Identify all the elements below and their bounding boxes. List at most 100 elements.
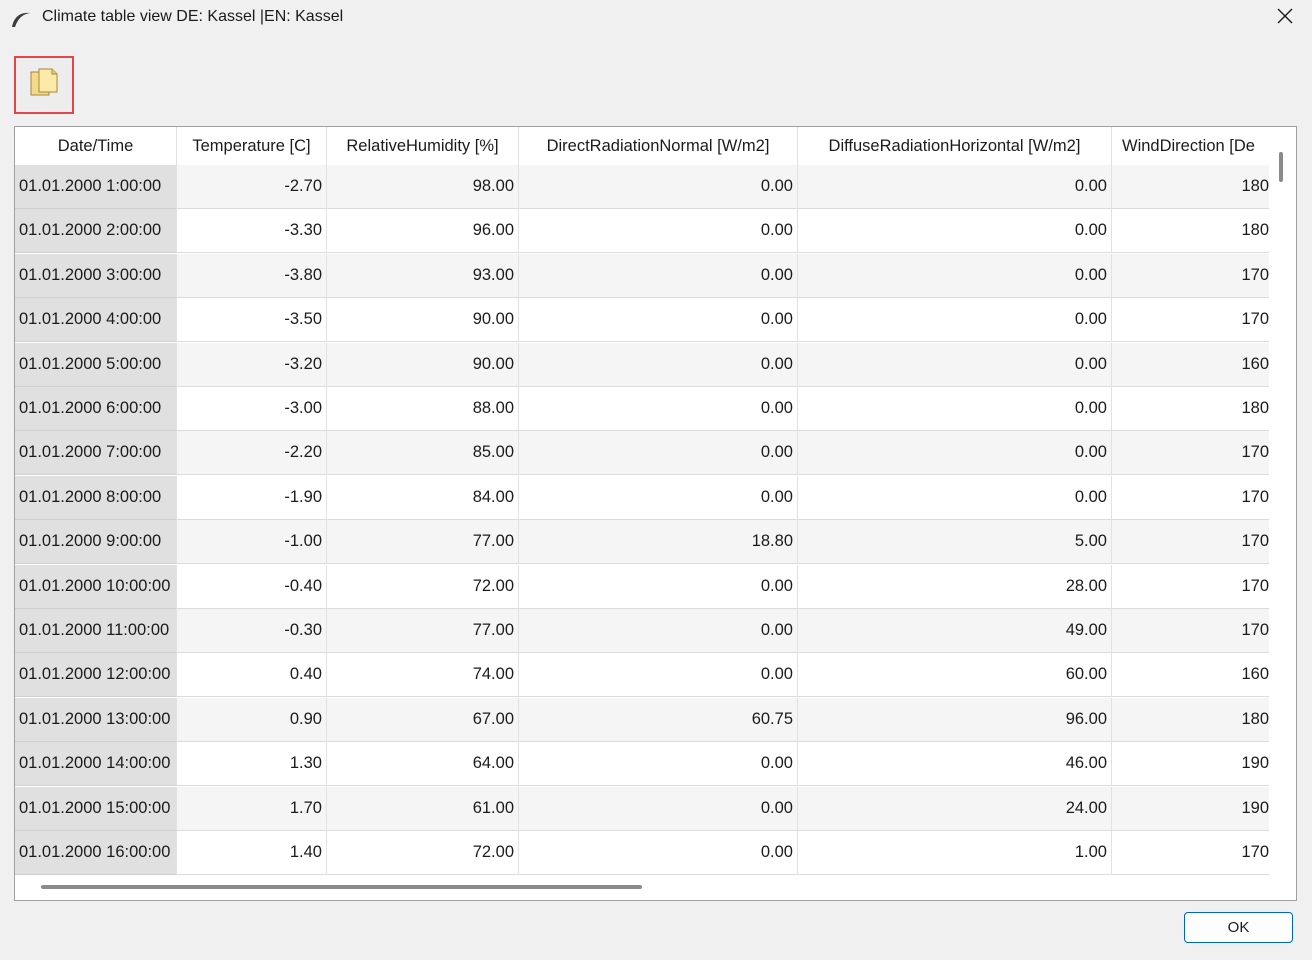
cell-direct-radiation[interactable]: 0.00 — [519, 475, 798, 520]
cell-wind-direction[interactable]: 170 — [1112, 476, 1269, 520]
cell-humidity[interactable]: 77.00 — [327, 609, 519, 653]
column-header-temperature[interactable]: Temperature [C] — [177, 127, 327, 165]
cell-temperature[interactable]: 1.30 — [177, 742, 327, 787]
cell-direct-radiation[interactable]: 0.00 — [519, 209, 798, 254]
cell-datetime[interactable]: 01.01.2000 16:00:00 — [15, 831, 177, 875]
cell-diffuse-radiation[interactable]: 0.00 — [798, 387, 1112, 431]
table-row[interactable]: 01.01.2000 13:00:00 0.90 67.00 60.75 96.00 18… — [15, 697, 1269, 742]
table-row[interactable]: 01.01.2000 12:00:00 0.40 74.00 0.00 60.00 160 — [15, 653, 1269, 698]
cell-temperature[interactable]: 0.90 — [177, 697, 327, 742]
table-row[interactable]: 01.01.2000 2:00:00 -3.30 96.00 0.00 0.00 180 — [15, 209, 1269, 254]
cell-direct-radiation[interactable]: 0.00 — [519, 831, 798, 875]
cell-datetime[interactable]: 01.01.2000 2:00:00 — [15, 209, 177, 254]
vertical-scrollbar[interactable] — [1269, 127, 1283, 877]
cell-diffuse-radiation[interactable]: 49.00 — [798, 609, 1112, 653]
cell-humidity[interactable]: 72.00 — [327, 831, 519, 875]
ok-button[interactable]: OK — [1184, 912, 1293, 943]
cell-diffuse-radiation[interactable]: 1.00 — [798, 831, 1112, 875]
cell-direct-radiation[interactable]: 0.00 — [519, 609, 798, 653]
cell-humidity[interactable]: 67.00 — [327, 697, 519, 742]
cell-direct-radiation[interactable]: 0.00 — [519, 298, 798, 343]
horizontal-scroll-thumb[interactable] — [41, 885, 642, 889]
cell-datetime[interactable]: 01.01.2000 9:00:00 — [15, 520, 177, 565]
cell-humidity[interactable]: 88.00 — [327, 387, 519, 431]
cell-humidity[interactable]: 98.00 — [327, 165, 519, 209]
cell-temperature[interactable]: -3.00 — [177, 387, 327, 431]
cell-diffuse-radiation[interactable]: 0.00 — [798, 165, 1112, 209]
cell-direct-radiation[interactable]: 0.00 — [519, 786, 798, 831]
cell-humidity[interactable]: 96.00 — [327, 209, 519, 254]
cell-humidity[interactable]: 85.00 — [327, 431, 519, 476]
cell-wind-direction[interactable]: 170 — [1112, 565, 1269, 609]
cell-datetime[interactable]: 01.01.2000 13:00:00 — [15, 697, 177, 742]
cell-humidity[interactable]: 72.00 — [327, 564, 519, 609]
cell-diffuse-radiation[interactable]: 0.00 — [798, 298, 1112, 343]
cell-direct-radiation[interactable]: 0.00 — [519, 253, 798, 298]
table-row[interactable]: 01.01.2000 9:00:00 -1.00 77.00 18.80 5.00 170 — [15, 520, 1269, 565]
cell-wind-direction[interactable]: 170 — [1112, 609, 1269, 653]
cell-wind-direction[interactable]: 190 — [1112, 787, 1269, 831]
table-row[interactable]: 01.01.2000 16:00:00 1.40 72.00 0.00 1.00 170 — [15, 831, 1269, 875]
cell-diffuse-radiation[interactable]: 60.00 — [798, 653, 1112, 698]
cell-humidity[interactable]: 77.00 — [327, 520, 519, 565]
table-row[interactable]: 01.01.2000 1:00:00 -2.70 98.00 0.00 0.00 180 — [15, 165, 1269, 209]
cell-temperature[interactable]: -3.50 — [177, 298, 327, 343]
cell-wind-direction[interactable]: 180 — [1112, 698, 1269, 742]
cell-direct-radiation[interactable]: 0.00 — [519, 742, 798, 787]
cell-datetime[interactable]: 01.01.2000 5:00:00 — [15, 342, 177, 387]
cell-direct-radiation[interactable]: 0.00 — [519, 342, 798, 387]
column-header-diffuse-radiation[interactable]: DiffuseRadiationHorizontal [W/m2] — [798, 127, 1112, 165]
cell-wind-direction[interactable]: 180 — [1112, 209, 1269, 254]
table-row[interactable]: 01.01.2000 6:00:00 -3.00 88.00 0.00 0.00 180 — [15, 387, 1269, 431]
cell-humidity[interactable]: 93.00 — [327, 253, 519, 298]
cell-diffuse-radiation[interactable]: 0.00 — [798, 431, 1112, 476]
cell-direct-radiation[interactable]: 0.00 — [519, 431, 798, 476]
cell-humidity[interactable]: 64.00 — [327, 742, 519, 787]
cell-datetime[interactable]: 01.01.2000 11:00:00 — [15, 609, 177, 653]
cell-temperature[interactable]: 0.40 — [177, 653, 327, 698]
table-row[interactable]: 01.01.2000 15:00:00 1.70 61.00 0.00 24.00 190 — [15, 786, 1269, 831]
cell-wind-direction[interactable]: 170 — [1112, 520, 1269, 565]
cell-diffuse-radiation[interactable]: 24.00 — [798, 786, 1112, 831]
cell-temperature[interactable]: -2.20 — [177, 431, 327, 476]
cell-humidity[interactable]: 84.00 — [327, 475, 519, 520]
table-row[interactable]: 01.01.2000 11:00:00 -0.30 77.00 0.00 49.00 17… — [15, 609, 1269, 653]
cell-temperature[interactable]: 1.70 — [177, 786, 327, 831]
cell-wind-direction[interactable]: 160 — [1112, 653, 1269, 698]
table-row[interactable]: 01.01.2000 3:00:00 -3.80 93.00 0.00 0.00 170 — [15, 253, 1269, 298]
cell-datetime[interactable]: 01.01.2000 4:00:00 — [15, 298, 177, 343]
cell-diffuse-radiation[interactable]: 28.00 — [798, 564, 1112, 609]
cell-wind-direction[interactable]: 180 — [1112, 165, 1269, 209]
vertical-scroll-thumb[interactable] — [1279, 152, 1283, 182]
table-row[interactable]: 01.01.2000 8:00:00 -1.90 84.00 0.00 0.00 170 — [15, 475, 1269, 520]
cell-datetime[interactable]: 01.01.2000 15:00:00 — [15, 786, 177, 831]
cell-datetime[interactable]: 01.01.2000 6:00:00 — [15, 387, 177, 431]
cell-datetime[interactable]: 01.01.2000 7:00:00 — [15, 431, 177, 476]
cell-diffuse-radiation[interactable]: 0.00 — [798, 342, 1112, 387]
table-row[interactable]: 01.01.2000 10:00:00 -0.40 72.00 0.00 28.00 17… — [15, 564, 1269, 609]
cell-wind-direction[interactable]: 160 — [1112, 343, 1269, 387]
cell-wind-direction[interactable]: 170 — [1112, 298, 1269, 343]
cell-diffuse-radiation[interactable]: 0.00 — [798, 209, 1112, 254]
cell-temperature[interactable]: -0.30 — [177, 609, 327, 653]
column-header-datetime[interactable]: Date/Time — [15, 127, 177, 165]
climate-data-grid[interactable]: Date/Time Temperature [C] RelativeHumidi… — [14, 126, 1297, 901]
cell-datetime[interactable]: 01.01.2000 1:00:00 — [15, 165, 177, 209]
table-row[interactable]: 01.01.2000 14:00:00 1.30 64.00 0.00 46.00 190 — [15, 742, 1269, 787]
cell-temperature[interactable]: -2.70 — [177, 165, 327, 209]
cell-diffuse-radiation[interactable]: 46.00 — [798, 742, 1112, 787]
cell-temperature[interactable]: -1.00 — [177, 520, 327, 565]
horizontal-scrollbar[interactable] — [15, 877, 1283, 900]
cell-direct-radiation[interactable]: 0.00 — [519, 165, 798, 209]
cell-wind-direction[interactable]: 190 — [1112, 742, 1269, 787]
cell-wind-direction[interactable]: 170 — [1112, 831, 1269, 875]
cell-wind-direction[interactable]: 170 — [1112, 254, 1269, 298]
cell-direct-radiation[interactable]: 0.00 — [519, 564, 798, 609]
cell-direct-radiation[interactable]: 0.00 — [519, 387, 798, 431]
close-button[interactable] — [1266, 2, 1304, 34]
table-row[interactable]: 01.01.2000 4:00:00 -3.50 90.00 0.00 0.00 170 — [15, 298, 1269, 343]
cell-humidity[interactable]: 74.00 — [327, 653, 519, 698]
cell-direct-radiation[interactable]: 0.00 — [519, 653, 798, 698]
cell-diffuse-radiation[interactable]: 5.00 — [798, 520, 1112, 565]
column-header-humidity[interactable]: RelativeHumidity [%] — [327, 127, 519, 165]
